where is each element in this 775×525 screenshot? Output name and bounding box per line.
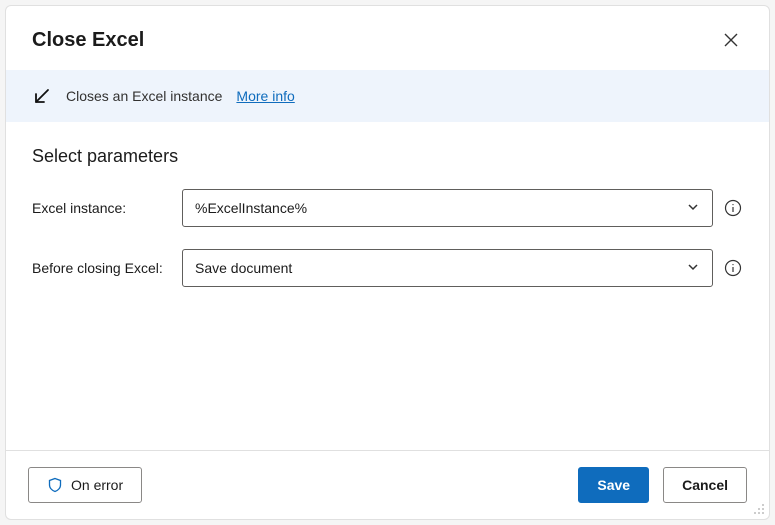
before-closing-label: Before closing Excel: <box>32 260 182 276</box>
dialog-body: Select parameters Excel instance: %Excel… <box>6 122 769 450</box>
section-title: Select parameters <box>32 146 743 167</box>
on-error-label: On error <box>71 477 123 493</box>
before-closing-value: Save document <box>195 260 292 276</box>
field-before-closing: Before closing Excel: Save document <box>32 249 743 287</box>
chevron-down-icon <box>686 200 700 217</box>
right-buttons: Save Cancel <box>578 467 747 503</box>
close-excel-dialog: Close Excel Closes an Excel instance Mor… <box>5 5 770 520</box>
dialog-title: Close Excel <box>32 29 144 52</box>
dialog-header: Close Excel <box>6 6 769 70</box>
field-excel-instance: Excel instance: %ExcelInstance% <box>32 189 743 227</box>
on-error-button[interactable]: On error <box>28 467 142 503</box>
chevron-down-icon <box>686 260 700 277</box>
before-closing-info-button[interactable] <box>723 258 743 278</box>
before-closing-select[interactable]: Save document <box>182 249 713 287</box>
info-description: Closes an Excel instance <box>66 88 222 104</box>
arrow-down-left-icon <box>32 86 52 106</box>
shield-icon <box>47 477 63 493</box>
excel-instance-info-button[interactable] <box>723 198 743 218</box>
excel-instance-select[interactable]: %ExcelInstance% <box>182 189 713 227</box>
excel-instance-label: Excel instance: <box>32 200 182 216</box>
close-icon <box>724 33 738 47</box>
dialog-footer: On error Save Cancel <box>6 450 769 519</box>
excel-instance-value: %ExcelInstance% <box>195 200 307 216</box>
resize-grip-icon[interactable] <box>751 501 765 515</box>
close-button[interactable] <box>715 24 747 56</box>
save-label: Save <box>597 477 630 493</box>
info-bar: Closes an Excel instance More info <box>6 70 769 122</box>
more-info-link[interactable]: More info <box>236 88 294 104</box>
cancel-button[interactable]: Cancel <box>663 467 747 503</box>
info-icon <box>724 259 742 277</box>
save-button[interactable]: Save <box>578 467 649 503</box>
cancel-label: Cancel <box>682 477 728 493</box>
info-icon <box>724 199 742 217</box>
